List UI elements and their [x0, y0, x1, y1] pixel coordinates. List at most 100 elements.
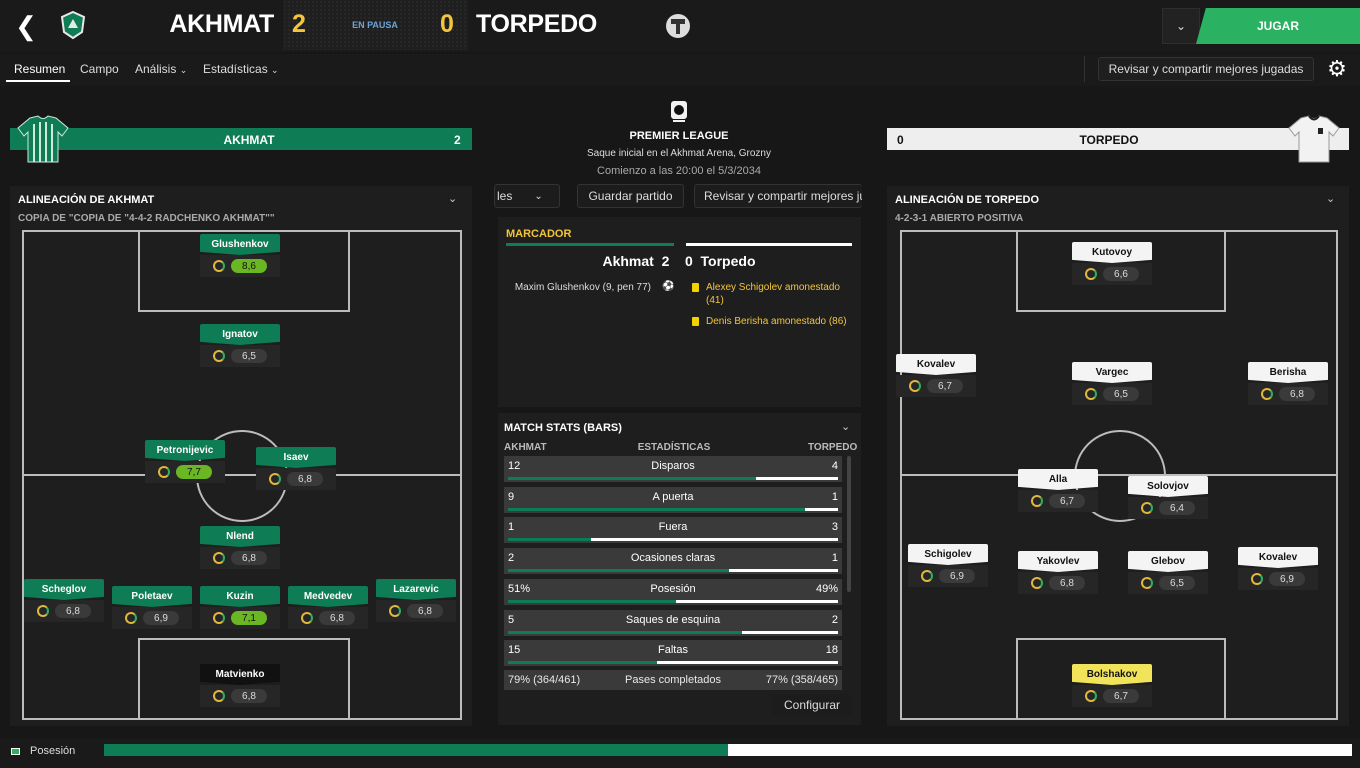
home-player-chip[interactable]: Scheglov 6,8 — [24, 579, 104, 622]
away-player-chip[interactable]: Glebov 6,5 — [1128, 551, 1208, 594]
away-player-chip[interactable]: Alla 6,7 — [1018, 469, 1098, 512]
chevron-down-icon: ⌄ — [179, 65, 188, 75]
player-name: Kovalev — [896, 354, 976, 375]
player-rating-row: 6,7 — [1072, 685, 1152, 707]
player-rating: 6,8 — [287, 472, 323, 486]
stat-row: 9A puerta 1 — [504, 486, 842, 513]
player-rating: 6,9 — [143, 611, 179, 625]
player-rating: 6,5 — [231, 349, 267, 363]
player-rating-row: 6,9 — [908, 565, 988, 587]
home-player-chip[interactable]: Ignatov 6,5 — [200, 324, 280, 367]
away-player-chip[interactable]: Kutovoy 6,6 — [1072, 242, 1152, 285]
home-player-chip[interactable]: Poletaev 6,9 — [112, 586, 192, 629]
home-player-chip[interactable]: Nlend 6,8 — [200, 526, 280, 569]
player-rating-row: 6,8 — [200, 547, 280, 569]
away-player-chip[interactable]: Berisha 6,8 — [1248, 362, 1328, 405]
home-player-chip[interactable]: Kuzin 7,1 — [200, 586, 280, 629]
player-rating: 6,7 — [1049, 494, 1085, 508]
player-rating: 6,4 — [1159, 501, 1195, 515]
home-player-chip[interactable]: Petronijevic 7,7 — [145, 440, 225, 483]
home-shirt-icon — [17, 115, 69, 163]
home-player-chip[interactable]: Lazarevic 6,8 — [376, 579, 456, 622]
away-player-chip[interactable]: Schigolev 6,9 — [908, 544, 988, 587]
player-rating: 6,8 — [407, 604, 443, 618]
stats-scrollbar[interactable] — [847, 456, 851, 592]
stat-bar — [508, 599, 838, 603]
player-rating-row: 6,8 — [1018, 572, 1098, 594]
player-name: Poletaev — [112, 586, 192, 607]
player-name: Scheglov — [24, 579, 104, 600]
home-player-chip[interactable]: Matvienko 6,8 — [200, 664, 280, 707]
away-player-chip[interactable]: Kovalev 6,9 — [1238, 547, 1318, 590]
away-bar-score: 0 — [897, 133, 904, 147]
player-rating: 6,6 — [1103, 267, 1139, 281]
condition-icon — [909, 380, 921, 392]
player-name: Glushenkov — [200, 234, 280, 255]
player-rating-row: 6,8 — [24, 600, 104, 622]
away-player-chip[interactable]: Vargec 6,5 — [1072, 362, 1152, 405]
chevron-down-icon[interactable]: ⌄ — [1326, 192, 1335, 205]
tab-resumen[interactable]: Resumen — [14, 62, 65, 76]
tab-estadisticas-label: Estadísticas — [203, 62, 268, 76]
away-player-chip[interactable]: Bolshakov 6,7 — [1072, 664, 1152, 707]
away-player-chip[interactable]: Solovjov 6,4 — [1128, 476, 1208, 519]
player-rating-row: 6,8 — [256, 468, 336, 490]
condition-icon — [269, 473, 281, 485]
player-rating-row: 6,9 — [1238, 568, 1318, 590]
away-pitch — [900, 230, 1338, 720]
tab-estadisticas[interactable]: Estadísticas ⌄ — [203, 62, 279, 76]
player-name: Ignatov — [200, 324, 280, 345]
condition-icon — [1085, 690, 1097, 702]
stat-bar-home — [508, 599, 677, 603]
home-player-chip[interactable]: Glushenkov 8,6 — [200, 234, 280, 277]
away-player-chip[interactable]: Yakovlev 6,8 — [1018, 551, 1098, 594]
condition-icon — [1031, 495, 1043, 507]
chevron-down-icon[interactable]: ⌄ — [1162, 8, 1200, 44]
stat-label: Disparos — [651, 460, 695, 472]
stat-label: Fuera — [658, 521, 688, 534]
player-name: Solovjov — [1128, 476, 1208, 497]
chevron-down-icon[interactable]: ⌄ — [841, 420, 850, 433]
active-tab-indicator — [6, 80, 70, 82]
away-bar-name: TORPEDO — [1079, 133, 1139, 147]
stats-header-away: TORPEDO — [808, 442, 858, 453]
player-rating: 6,8 — [319, 611, 355, 625]
home-player-chip[interactable]: Medvedev 6,8 — [288, 586, 368, 629]
scoreboard-home: Akhmat — [602, 253, 654, 269]
scoreboard-away: Torpedo — [700, 253, 756, 269]
player-name: Kuzin — [200, 586, 280, 607]
back-button[interactable]: ❮ — [8, 10, 44, 42]
stat-away-value: 1 — [831, 490, 838, 503]
player-name: Alla — [1018, 469, 1098, 490]
condition-icon — [1141, 577, 1153, 589]
tab-analisis[interactable]: Análisis ⌄ — [135, 62, 187, 76]
home-pitch — [22, 230, 462, 720]
home-player-chip[interactable]: Isaev 6,8 — [256, 447, 336, 490]
player-rating: 8,6 — [231, 259, 267, 273]
stat-away-value: 2 — [831, 613, 838, 626]
partial-button[interactable]: les ⌄ — [494, 184, 560, 208]
premier-league-logo-icon — [671, 101, 687, 122]
player-rating: 6,7 — [1103, 689, 1139, 703]
match-stats-title: MATCH STATS (BARS) — [504, 422, 622, 434]
save-match-button[interactable]: Guardar partido — [577, 184, 684, 208]
tab-campo[interactable]: Campo — [80, 62, 119, 76]
player-name: Schigolev — [908, 544, 988, 565]
player-name: Petronijevic — [145, 440, 225, 461]
configure-button[interactable]: Configurar — [772, 694, 852, 716]
play-button[interactable]: JUGAR — [1196, 8, 1360, 44]
player-rating: 6,8 — [1049, 576, 1085, 590]
stat-away-value: 4 — [831, 460, 838, 472]
home-team-name: AKHMAT — [169, 10, 274, 38]
stat-row: 2 Ocasiones claras 1 — [504, 548, 842, 575]
player-rating: 6,8 — [55, 604, 91, 618]
player-name: Kutovoy — [1072, 242, 1152, 263]
player-name: Bolshakov — [1072, 664, 1152, 685]
review-share-button[interactable]: Revisar y compartir mejores ju — [694, 184, 862, 208]
away-player-chip[interactable]: Kovalev 6,7 — [896, 354, 976, 397]
chevron-down-icon[interactable]: ⌄ — [448, 192, 457, 205]
gear-icon[interactable]: ⚙ — [1322, 55, 1352, 83]
review-highlights-button[interactable]: Revisar y compartir mejores jugadas — [1098, 57, 1314, 81]
torpedo-badge-icon — [666, 14, 690, 38]
away-color-line — [686, 243, 852, 246]
